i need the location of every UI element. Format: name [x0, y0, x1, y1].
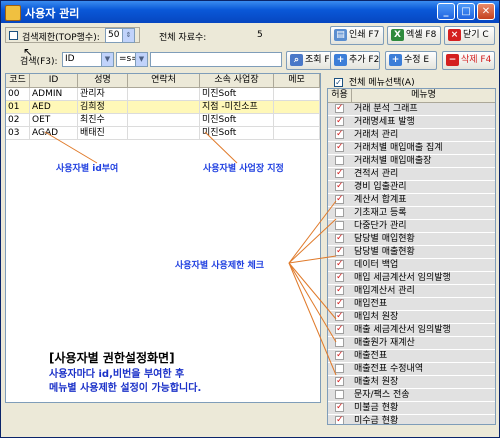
arrow-to-checkbox-4	[288, 262, 337, 320]
annotation-user-id: 사용자별 id부여	[56, 164, 119, 174]
annotation-user-branch: 사용자별 사업장 지정	[203, 164, 284, 174]
arrow-to-checkbox-1	[288, 200, 337, 264]
arrow-to-checkbox-6	[288, 262, 337, 376]
note-title: [사용자별 권한설정화면]	[49, 351, 175, 365]
arrow-to-checkbox-2	[288, 218, 337, 264]
annotation-menu-restrict: 사용자별 사용제한 체크	[175, 261, 265, 271]
arrow-to-checkbox-5	[288, 262, 337, 343]
note-body: 사용자마다 id,비번을 부여한 후 메뉴별 사용제한 설정이 가능합니다.	[49, 368, 201, 396]
arrow-to-id-column	[44, 131, 98, 164]
note-line-2: 메뉴별 사용제한 설정이 가능합니다.	[49, 383, 202, 394]
arrow-to-branch-column	[204, 131, 238, 164]
note-line-1: 사용자마다 id,비번을 부여한 후	[49, 369, 185, 380]
user-management-window: 사용자 관리 _ □ ✕ 검색제한(TOP행수): 50 ⇕ 전체 자료수: 5…	[0, 0, 500, 438]
